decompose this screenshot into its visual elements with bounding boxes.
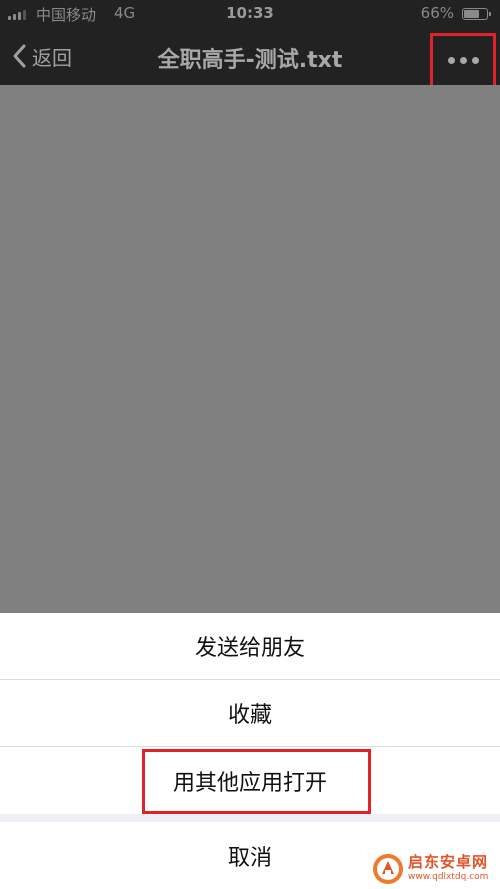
page-title: 全职高手-测试.txt — [157, 48, 343, 73]
open-with-other-app-label: 用其他应用打开 — [172, 770, 327, 796]
document-content-overlay — [0, 85, 500, 613]
watermark-url: www.qdlxtdq.com — [408, 872, 489, 882]
more-options-button[interactable] — [430, 33, 496, 88]
favorite-label: 收藏 — [227, 703, 272, 728]
chevron-left-icon — [13, 44, 26, 68]
watermark-logo-icon — [373, 853, 403, 884]
back-button[interactable]: 返回 — [10, 40, 72, 72]
send-to-friend-button[interactable]: 发送给朋友 — [0, 613, 500, 680]
status-bar: 中国移动 4G 10:33 66% — [0, 0, 500, 28]
more-dots-icon — [447, 57, 479, 64]
back-label: 返回 — [32, 45, 72, 70]
cancel-label: 取消 — [227, 845, 272, 871]
open-with-other-app-button[interactable]: 用其他应用打开 — [0, 747, 500, 814]
battery-percent: 66% — [420, 4, 454, 22]
watermark-name: 启东安卓网 — [408, 853, 489, 871]
screen: 中国移动 4G 10:33 66% 返回 全职高手-测试.txt 发送给朋友 收… — [0, 0, 500, 889]
send-to-friend-label: 发送给朋友 — [194, 636, 305, 661]
watermark: 启东安卓网 www.qdlxtdq.com — [372, 848, 500, 889]
favorite-button[interactable]: 收藏 — [0, 680, 500, 747]
battery-icon — [462, 8, 491, 20]
battery-level — [464, 10, 479, 18]
navigation-bar: 返回 全职高手-测试.txt — [0, 28, 500, 88]
